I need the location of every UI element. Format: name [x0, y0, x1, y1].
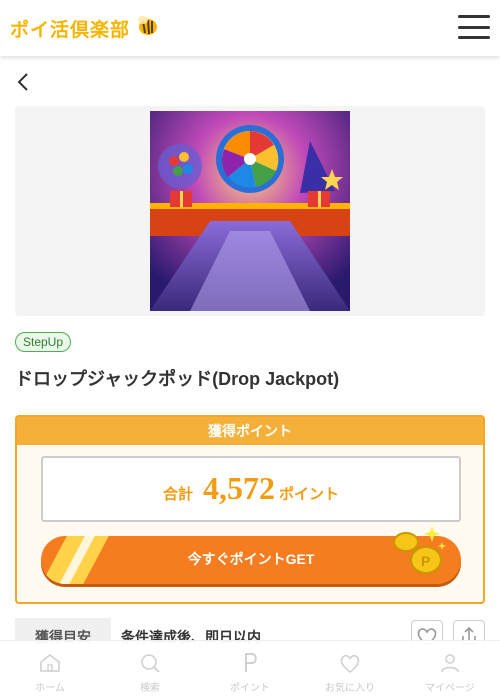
- hamburger-icon[interactable]: [458, 12, 490, 42]
- coins-icon: P: [390, 524, 450, 580]
- nav-mypage-label: マイページ: [425, 683, 475, 694]
- nav-search-label: 検索: [140, 683, 160, 694]
- point-icon: [245, 653, 257, 672]
- svg-text:P: P: [421, 553, 430, 569]
- points-unit: ポイント: [279, 486, 340, 503]
- total-points-value: 4,572: [203, 470, 275, 506]
- nav-home[interactable]: ホーム: [0, 641, 100, 700]
- bottom-navigation: ホーム 検索 ポイント お気に入り マイページ: [0, 640, 500, 700]
- nav-point-label: ポイント: [230, 683, 270, 694]
- bee-icon: [134, 13, 160, 43]
- nav-mypage[interactable]: マイページ: [400, 641, 500, 700]
- offer-image: [150, 111, 350, 311]
- points-heading: 獲得ポイント: [17, 417, 483, 445]
- nav-search[interactable]: 検索: [100, 641, 200, 700]
- nav-favorites[interactable]: お気に入り: [300, 641, 400, 700]
- nav-point[interactable]: ポイント: [200, 641, 300, 700]
- offer-title: ドロップジャックポッド(Drop Jackpot): [15, 369, 340, 389]
- chevron-left-icon: [17, 73, 28, 91]
- site-logo[interactable]: ポイ活倶楽部: [10, 14, 160, 42]
- app-header: ポイ活倶楽部: [0, 0, 500, 56]
- logo-text: ポイ活倶楽部: [10, 18, 131, 41]
- stepup-badge: StepUp: [15, 332, 72, 352]
- heart-icon: [340, 654, 360, 674]
- search-icon: [141, 654, 160, 673]
- nav-favorites-label: お気に入り: [325, 683, 375, 694]
- total-label: 合計: [162, 486, 193, 503]
- back-button[interactable]: [14, 70, 34, 94]
- home-icon: [40, 653, 60, 672]
- user-icon: [441, 654, 459, 673]
- offer-image-frame: [15, 106, 485, 316]
- points-total-box: 合計 4,572 ポイント: [41, 456, 461, 522]
- nav-home-label: ホーム: [35, 683, 65, 694]
